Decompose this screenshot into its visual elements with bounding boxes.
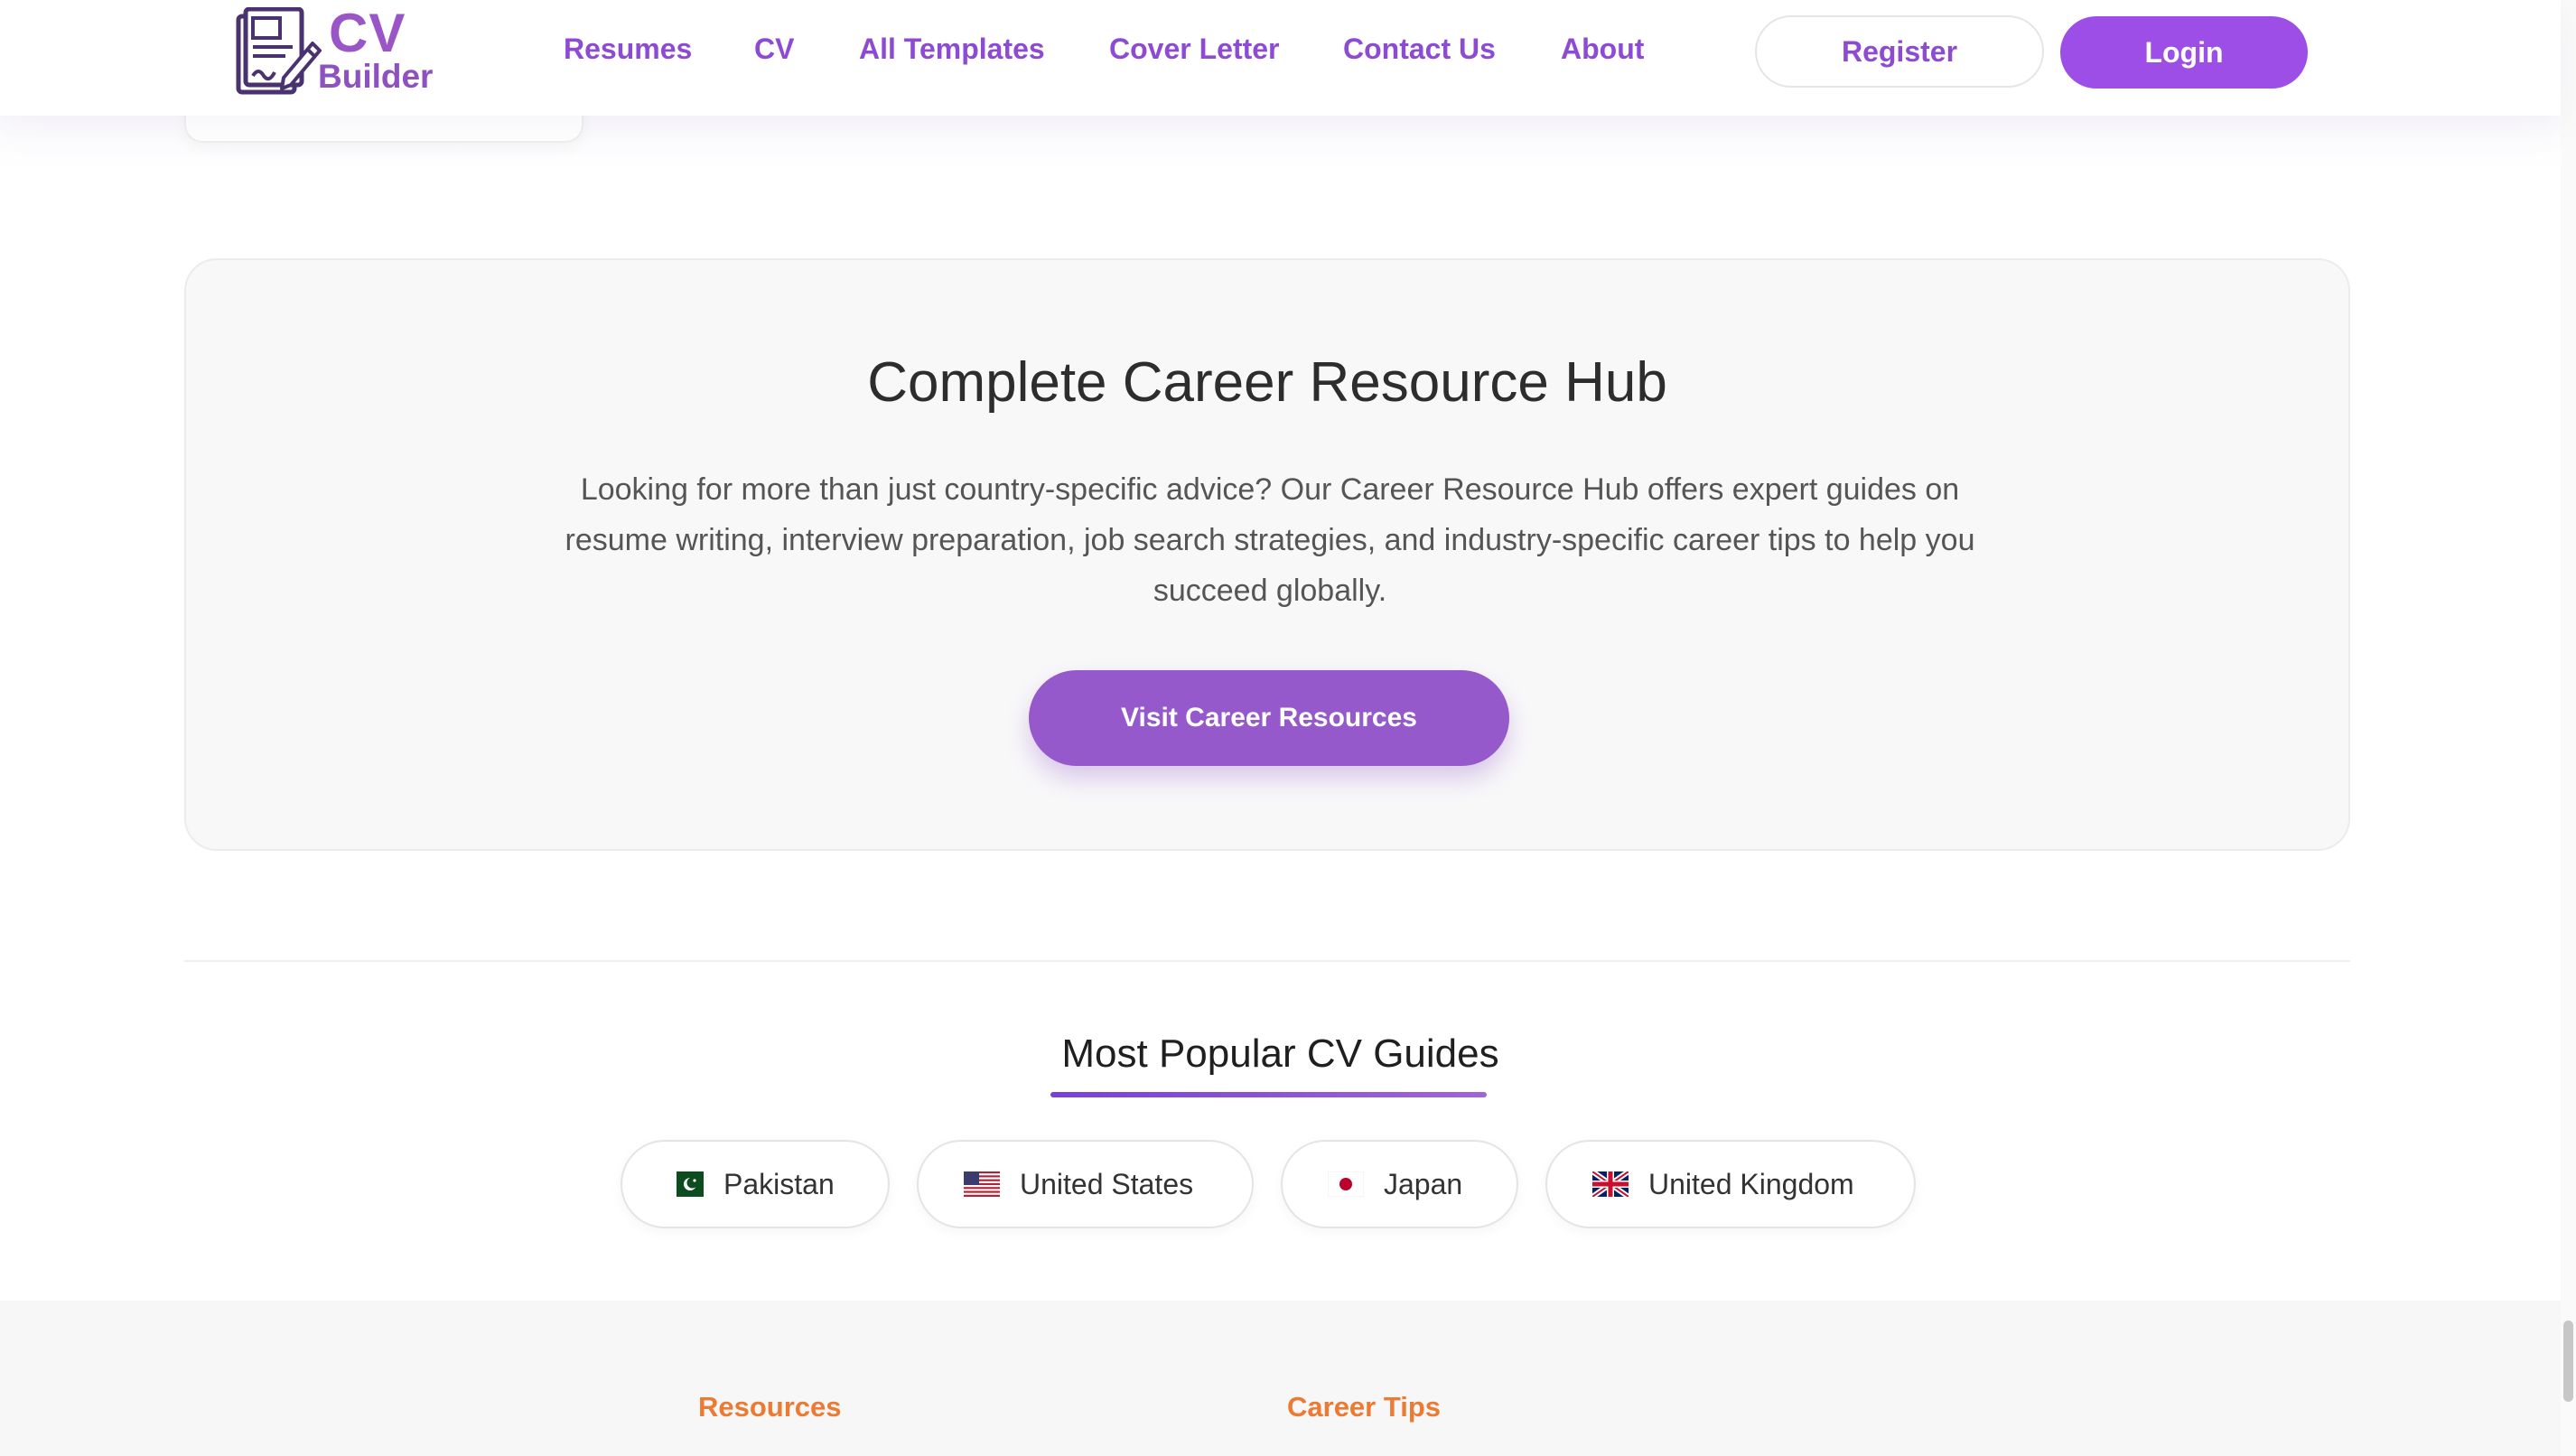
footer-heading-resources: Resources xyxy=(698,1391,842,1423)
country-label: Japan xyxy=(1384,1167,1463,1200)
section-divider xyxy=(184,960,2350,962)
country-pill-pakistan[interactable]: Pakistan xyxy=(621,1140,890,1228)
logo-text-cv: CV xyxy=(329,3,406,63)
login-button[interactable]: Login xyxy=(2060,16,2308,89)
uk-flag-icon xyxy=(1592,1171,1629,1197)
nav-link-cv[interactable]: CV xyxy=(754,33,794,66)
site-header: CV Builder Resumes CV All Templates Cove… xyxy=(0,0,2561,116)
country-pill-japan[interactable]: Japan xyxy=(1281,1140,1518,1228)
visit-career-resources-button[interactable]: Visit Career Resources xyxy=(1029,670,1509,766)
country-label: Pakistan xyxy=(723,1167,835,1200)
cv-builder-logo[interactable]: CV Builder xyxy=(233,3,468,99)
popular-guides-underline xyxy=(1050,1092,1487,1097)
nav-link-all-templates[interactable]: All Templates xyxy=(859,33,1045,66)
country-pill-united-states[interactable]: United States xyxy=(917,1140,1254,1228)
pakistan-flag-icon xyxy=(667,1171,704,1197)
hub-description: Looking for more than just country-speci… xyxy=(565,472,1975,608)
country-label: United Kingdom xyxy=(1648,1167,1854,1200)
site-footer: Resources Career Tips xyxy=(0,1301,2561,1456)
country-label: United States xyxy=(1020,1167,1194,1200)
page-scrollbar[interactable] xyxy=(2561,0,2576,1456)
hub-title: Complete Career Resource Hub xyxy=(867,351,1667,414)
resume-pen-icon xyxy=(236,7,322,95)
nav-link-cover-letter[interactable]: Cover Letter xyxy=(1109,33,1280,66)
career-resource-hub-card: Complete Career Resource Hub Looking for… xyxy=(184,258,2350,851)
japan-flag-icon xyxy=(1328,1171,1364,1197)
nav-link-about[interactable]: About xyxy=(1561,33,1644,66)
register-button[interactable]: Register xyxy=(1755,15,2044,88)
footer-heading-career-tips: Career Tips xyxy=(1287,1391,1442,1423)
country-pill-united-kingdom[interactable]: United Kingdom xyxy=(1545,1140,1916,1228)
logo-text-builder: Builder xyxy=(318,58,434,95)
popular-guides-title: Most Popular CV Guides xyxy=(1061,1031,1499,1076)
nav-link-contact-us[interactable]: Contact Us xyxy=(1343,33,1496,66)
us-flag-icon xyxy=(964,1171,1000,1197)
scrollbar-thumb[interactable] xyxy=(2563,1321,2573,1402)
nav-link-resumes[interactable]: Resumes xyxy=(564,33,692,66)
